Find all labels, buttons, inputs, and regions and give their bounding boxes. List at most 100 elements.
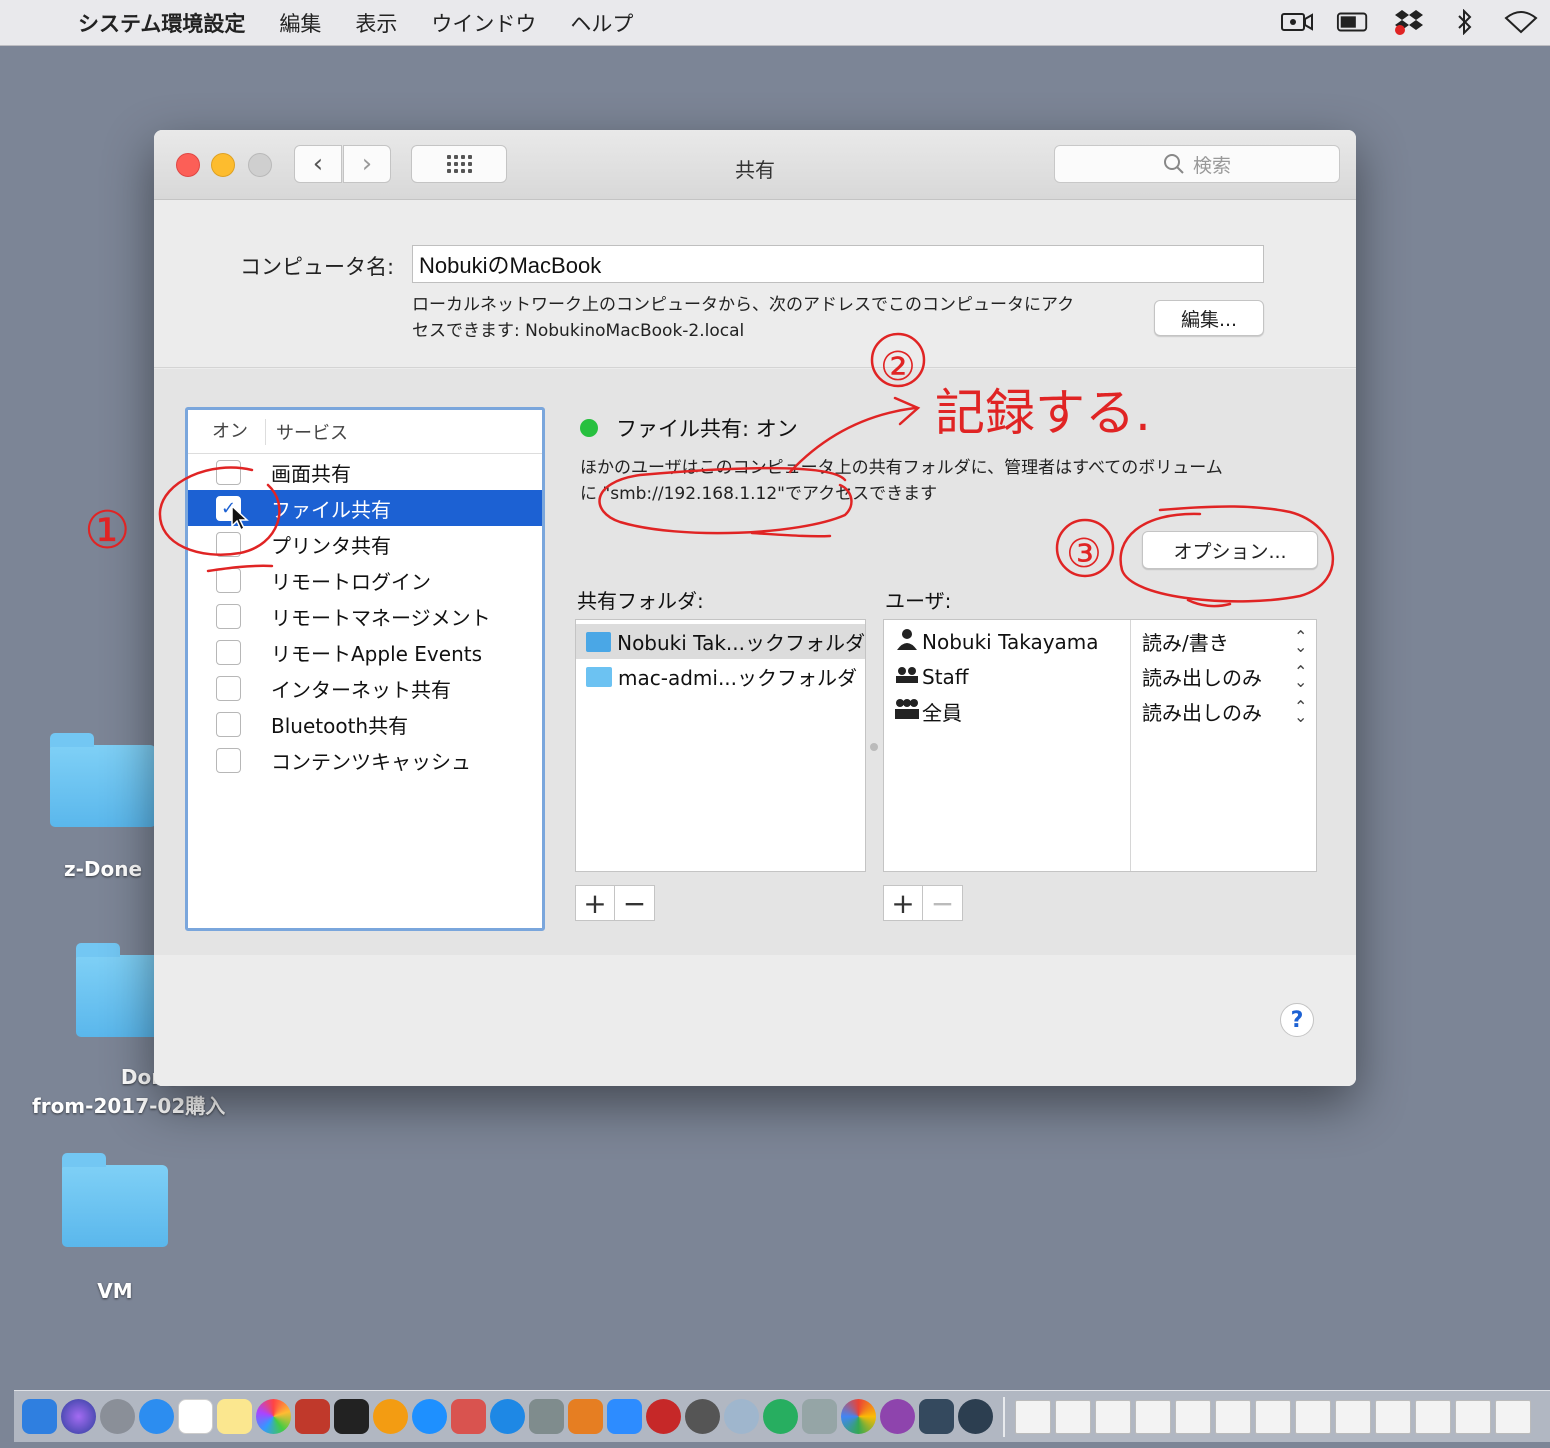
dock <box>14 1390 1550 1442</box>
remove-user-button[interactable]: − <box>923 885 963 921</box>
service-row-internet-sharing[interactable]: インターネット共有 <box>188 670 542 706</box>
ibooks-icon[interactable] <box>373 1399 408 1434</box>
time-machine-icon[interactable] <box>685 1399 720 1434</box>
add-user-button[interactable]: + <box>883 885 923 921</box>
dropbox-icon[interactable] <box>1392 8 1426 36</box>
desktop-folder-z-done[interactable]: z-Done <box>50 733 156 884</box>
skype-icon[interactable] <box>490 1399 525 1434</box>
service-row-remote-apple-events[interactable]: リモートApple Events <box>188 634 542 670</box>
menu-help[interactable]: ヘルプ <box>570 8 633 38</box>
quicktime-icon[interactable] <box>958 1399 993 1434</box>
computer-name-field[interactable]: NobukiのMacBook <box>412 245 1264 283</box>
pencil-icon[interactable] <box>568 1399 603 1434</box>
service-checkbox[interactable] <box>216 711 241 737</box>
stepper-icon[interactable]: ⌃ ⌄ <box>1294 663 1307 689</box>
menu-edit[interactable]: 編集 <box>279 8 321 38</box>
menu-view[interactable]: 表示 <box>355 8 397 38</box>
terminal-icon[interactable] <box>334 1399 369 1434</box>
service-row-remote-login[interactable]: リモートログイン <box>188 562 542 598</box>
document-icon[interactable] <box>1335 1399 1371 1434</box>
service-checkbox[interactable] <box>216 603 241 629</box>
shared-folder-row[interactable]: Nobuki Tak...ックフォルダ <box>576 624 865 659</box>
service-label: リモートログイン <box>271 569 431 594</box>
desktop-folder-vm[interactable]: VM <box>62 1153 168 1306</box>
service-row-bluetooth-sharing[interactable]: Bluetooth共有 <box>188 706 542 742</box>
notes-icon[interactable] <box>217 1399 252 1434</box>
service-row-remote-management[interactable]: リモートマネージメント <box>188 598 542 634</box>
finder-icon[interactable] <box>22 1399 57 1434</box>
shared-folder-row[interactable]: mac-admi...ックフォルダ <box>576 659 865 694</box>
document-icon[interactable] <box>1455 1399 1491 1434</box>
service-checkbox[interactable] <box>216 531 241 557</box>
app-icon[interactable] <box>529 1399 564 1434</box>
screen-record-icon[interactable] <box>1280 8 1314 36</box>
user-permission[interactable]: 読み出しのみ <box>1142 697 1262 726</box>
menu-app-name[interactable]: システム環境設定 <box>78 8 245 38</box>
x11-icon[interactable] <box>919 1399 954 1434</box>
service-checkbox[interactable] <box>216 747 241 773</box>
wifi-icon[interactable] <box>1504 8 1538 36</box>
parallels-icon[interactable] <box>451 1399 486 1434</box>
add-shared-folder-button[interactable]: + <box>575 885 615 921</box>
user-name: Staff <box>922 664 969 689</box>
column-header-on[interactable]: オン <box>188 418 266 445</box>
app-icon[interactable] <box>763 1399 798 1434</box>
folder-icon <box>586 666 612 687</box>
document-icon[interactable] <box>1495 1399 1531 1434</box>
menu-window[interactable]: ウインドウ <box>431 8 536 38</box>
user-row[interactable]: Staff 読み出しのみ ⌃ ⌄ <box>884 659 1316 694</box>
user-permission[interactable]: 読み出しのみ <box>1142 662 1262 691</box>
user-row[interactable]: 全員 読み出しのみ ⌃ ⌄ <box>884 694 1316 729</box>
document-icon[interactable] <box>1295 1399 1331 1434</box>
remove-shared-folder-button[interactable]: − <box>615 885 655 921</box>
service-checkbox[interactable] <box>216 639 241 665</box>
launchpad-icon[interactable] <box>100 1399 135 1434</box>
app-icon[interactable] <box>295 1399 330 1434</box>
calendar-icon[interactable] <box>178 1399 213 1434</box>
app-icon[interactable] <box>880 1399 915 1434</box>
search-input[interactable]: 検索 <box>1054 145 1340 183</box>
document-icon[interactable] <box>1015 1399 1051 1434</box>
service-row-content-caching[interactable]: コンテンツキャッシュ <box>188 742 542 778</box>
file-sharing-description: ほかのユーザはこのコンピュータ上の共有フォルダに、管理者はすべてのボリューム に… <box>580 455 1300 507</box>
help-button[interactable]: ? <box>1280 1003 1314 1037</box>
chrome-icon[interactable] <box>841 1399 876 1434</box>
menu-bar: システム環境設定 編集 表示 ウインドウ ヘルプ <box>0 0 1550 46</box>
desktop-folder-label-line2: from-2017-02購入 <box>32 1094 226 1118</box>
stepper-icon[interactable]: ⌃ ⌄ <box>1294 628 1307 654</box>
document-icon[interactable] <box>1095 1399 1131 1434</box>
stepper-icon[interactable]: ⌃ ⌄ <box>1294 698 1307 724</box>
service-checkbox[interactable] <box>216 567 241 593</box>
shared-folders-label: 共有フォルダ: <box>577 589 704 613</box>
service-label: コンテンツキャッシュ <box>271 749 471 774</box>
document-icon[interactable] <box>1135 1399 1171 1434</box>
document-icon[interactable] <box>1255 1399 1291 1434</box>
document-icon[interactable] <box>1375 1399 1411 1434</box>
options-button[interactable]: オプション... <box>1142 531 1318 569</box>
column-header-service[interactable]: サービス <box>266 419 348 445</box>
split-handle[interactable] <box>870 743 878 751</box>
document-icon[interactable] <box>1215 1399 1251 1434</box>
bluetooth-icon[interactable] <box>1448 8 1482 36</box>
service-checkbox[interactable] <box>216 459 241 485</box>
edit-button[interactable]: 編集... <box>1154 300 1264 336</box>
f5-icon[interactable] <box>646 1399 681 1434</box>
safari-icon[interactable] <box>139 1399 174 1434</box>
search-icon <box>1163 154 1184 174</box>
photos-icon[interactable] <box>256 1399 291 1434</box>
user-row[interactable]: Nobuki Takayama 読み/書き ⌃ ⌄ <box>884 624 1316 659</box>
document-icon[interactable] <box>1055 1399 1091 1434</box>
service-checkbox[interactable] <box>216 675 241 701</box>
shared-folders-add-remove: + − <box>575 885 655 921</box>
app-icon[interactable] <box>802 1399 837 1434</box>
user-permission[interactable]: 読み/書き <box>1142 627 1229 656</box>
battery-icon[interactable] <box>1336 8 1370 36</box>
app-store-icon[interactable] <box>412 1399 447 1434</box>
document-icon[interactable] <box>1415 1399 1451 1434</box>
document-icon[interactable] <box>1175 1399 1211 1434</box>
zoom-icon[interactable] <box>607 1399 642 1434</box>
service-row-screen-sharing[interactable]: 画面共有 <box>188 454 542 490</box>
service-label: Bluetooth共有 <box>271 713 409 738</box>
r-icon[interactable] <box>724 1399 759 1434</box>
siri-icon[interactable] <box>61 1399 96 1434</box>
